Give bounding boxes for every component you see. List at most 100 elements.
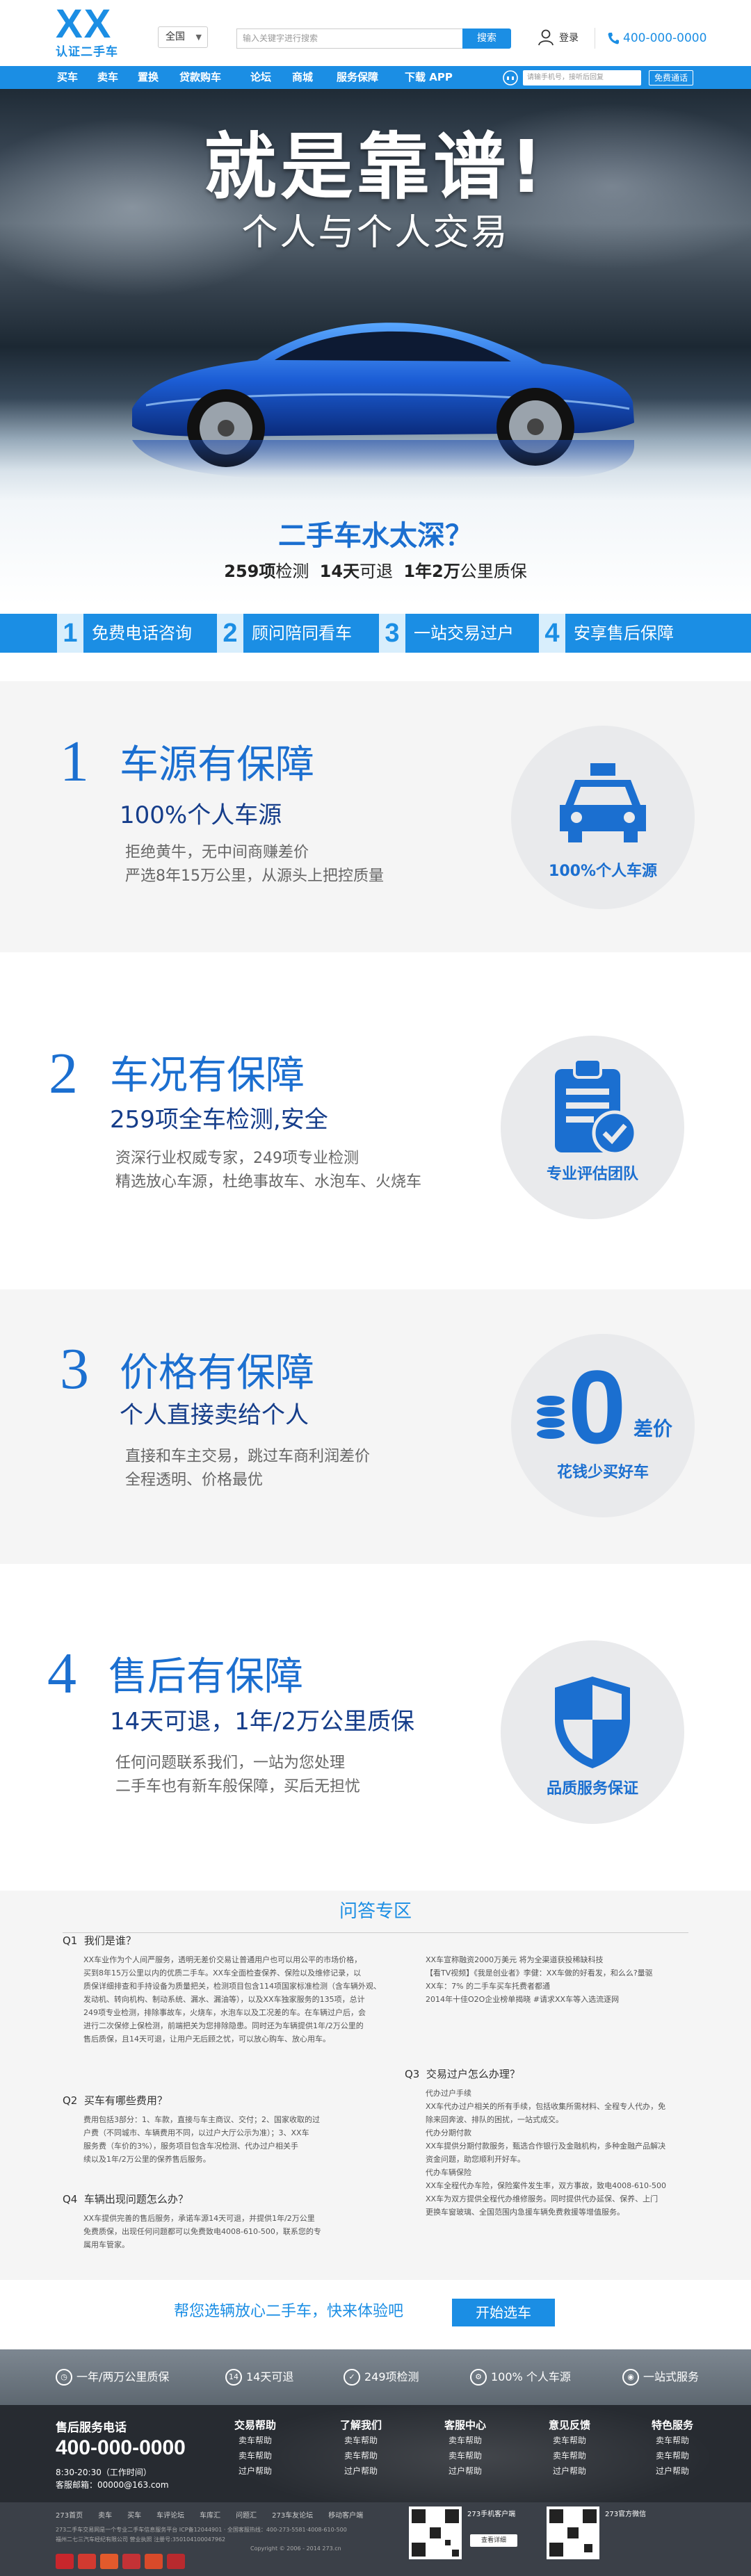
section-title: 售后有保障	[108, 1654, 303, 1699]
cert-badge	[145, 2554, 163, 2569]
section-line: 二手车也有新车般保障，买后无担忧	[115, 1778, 361, 1795]
footer-link[interactable]: 过户帮助	[427, 2463, 503, 2479]
hero-subtitle: 个人与个人交易	[241, 212, 510, 254]
faq-q-text: 车辆出现问题怎么办？	[83, 2193, 188, 2206]
footer-link[interactable]: 卖车帮助	[531, 2448, 608, 2463]
faq-answer: 费用包括3部分：1、车款，直接与车主商议、交付；2、国家收取的过 户费（不同城市…	[83, 2115, 320, 2164]
faq-q-text: 我们是谁？	[83, 1934, 136, 1947]
footer-col-title: 特色服务	[651, 2419, 693, 2431]
nav-item-mall[interactable]: 商城	[292, 66, 313, 89]
site-logo[interactable]: XX	[56, 4, 112, 44]
bottom-link[interactable]: 问题汇	[236, 2512, 257, 2520]
process-steps-bar: 1 免费电话咨询 2 顾问陪同看车 3 一站交易过户 4 安享售后保障	[0, 614, 751, 653]
callback-phone-input[interactable]: 请输手机号，接听后回复	[523, 70, 641, 85]
hero-title: 就是靠谱!	[204, 124, 547, 209]
footer-link[interactable]: 卖车帮助	[323, 2433, 399, 2448]
stat-warranty-num: 1年2万	[403, 562, 460, 581]
section-line: 拒绝黄牛，无中间商赚差价	[125, 844, 309, 861]
nav-item-buy[interactable]: 买车	[57, 66, 78, 89]
search-button[interactable]: 搜索	[462, 28, 511, 49]
faq-q-label: Q2	[63, 2094, 78, 2107]
section-number: 2	[49, 1041, 78, 1106]
section-subtitle: 100%个人车源	[120, 801, 282, 829]
bottom-link[interactable]: 移动客户端	[328, 2512, 363, 2520]
footer-column: 客服中心 卖车帮助 卖车帮助 过户帮助	[427, 2418, 503, 2479]
start-selecting-button[interactable]: 开始选车	[452, 2299, 555, 2326]
footer-link[interactable]: 过户帮助	[217, 2463, 293, 2479]
logo-subtitle: 认证二手车	[56, 45, 118, 59]
footer-link[interactable]: 卖车帮助	[323, 2448, 399, 2463]
faq-q-label: Q3	[405, 2068, 420, 2080]
coins-icon	[537, 1396, 565, 1439]
footer-link[interactable]: 卖车帮助	[634, 2448, 711, 2463]
nav-item-forum[interactable]: 论坛	[250, 66, 271, 89]
footer-col-title: 客服中心	[444, 2419, 486, 2431]
phone-icon	[608, 33, 619, 44]
header-phone: 400-000-0000	[608, 28, 706, 49]
nav-item-loan[interactable]: 贷款购车	[179, 66, 221, 89]
footer-link[interactable]: 过户帮助	[531, 2463, 608, 2479]
gear-icon: ⚙	[470, 2369, 487, 2386]
footer-link[interactable]: 卖车帮助	[217, 2433, 293, 2448]
badge-circle: 100%个人车源	[511, 726, 695, 909]
footer-link[interactable]: 卖车帮助	[427, 2433, 503, 2448]
nav-item-trade-in[interactable]: 置换	[138, 66, 159, 89]
step-label: 一站交易过户	[414, 623, 514, 643]
bottom-link[interactable]: 卖车	[98, 2512, 112, 2520]
feature-label: 249项检测	[364, 2370, 419, 2383]
nav-item-app[interactable]: 下载 APP	[405, 66, 453, 89]
faq-title: 问答专区	[339, 1901, 412, 1922]
faq-q-label: Q1	[63, 1934, 78, 1947]
step-number: 2	[217, 614, 243, 653]
search-input[interactable]: 输入关键字进行搜索	[236, 28, 462, 49]
faq-question[interactable]: Q4 车辆出现问题怎么办？	[63, 2192, 188, 2206]
footer-link[interactable]: 卖车帮助	[427, 2448, 503, 2463]
bottom-link[interactable]: 273首页	[56, 2512, 83, 2520]
guarantee-section-price: 3 价格有保障 个人直接卖给个人 直接和车主交易，跳过车商利润差价 全程透明、价…	[0, 1289, 751, 1564]
car-icon	[560, 763, 646, 842]
guarantee-section-condition: 2 车况有保障 259项全车检测,安全 资深行业权威专家，249项专业检测 精选…	[0, 952, 751, 1289]
section-line: 精选放心车源，杜绝事故车、水泡车、火烧车	[115, 1173, 422, 1191]
footer-col-title: 意见反馈	[548, 2419, 590, 2431]
footer-link[interactable]: 卖车帮助	[531, 2433, 608, 2448]
faq-question[interactable]: Q3 交易过户怎么办理？	[405, 2067, 520, 2081]
faq-q-text: 交易过户怎么办理？	[426, 2068, 520, 2080]
section-line: 任何问题联系我们，一站为您处理	[115, 1754, 346, 1772]
faq-question[interactable]: Q2 买车有哪些费用？	[63, 2094, 168, 2108]
news-list[interactable]: XX车宣称融资2000万美元 将为全渠道获投稀缺科技 【看TV视频】《我是创业者…	[426, 1953, 653, 2006]
free-call-button[interactable]: 免费通话	[649, 70, 693, 85]
footer-column: 意见反馈 卖车帮助 卖车帮助 过户帮助	[531, 2418, 608, 2479]
section-subtitle: 14天可退，1年/2万公里质保	[110, 1708, 414, 1736]
wechat-qr-code	[547, 2506, 599, 2559]
footer-link[interactable]: 过户帮助	[323, 2463, 399, 2479]
section-title: 车源有保障	[120, 742, 314, 788]
bottom-link[interactable]: 买车	[127, 2512, 141, 2520]
bottom-link[interactable]: 车评论坛	[156, 2512, 184, 2520]
footer-link[interactable]: 过户帮助	[634, 2463, 711, 2479]
nav-item-sell[interactable]: 卖车	[97, 66, 118, 89]
bottom-link[interactable]: 车库汇	[200, 2512, 220, 2520]
faq-question[interactable]: Q1 我们是谁？	[63, 1934, 136, 1948]
cert-badge	[122, 2554, 140, 2569]
login-link[interactable]: 登录	[538, 28, 579, 48]
bottom-link[interactable]: 273车友论坛	[272, 2512, 313, 2520]
section-title: 车况有保障	[110, 1053, 305, 1098]
city-label: 全国	[165, 31, 185, 42]
app-qr-code	[409, 2506, 462, 2559]
city-selector[interactable]: 全国 ▼	[158, 26, 208, 48]
feature-label: 100% 个人车源	[491, 2370, 571, 2383]
view-details-button[interactable]: 查看详细	[470, 2534, 517, 2547]
warranty-icon: ◷	[56, 2369, 72, 2386]
faq-answer: 代办过户手续 XX车代办过户相关的所有手续，包括收集所需材料、全程专人代办，免 …	[426, 2089, 666, 2217]
nav-item-service[interactable]: 服务保障	[337, 66, 378, 89]
hero-stats: 259项检测 14天可退 1年2万公里质保	[0, 560, 751, 582]
badge-caption: 100%个人车源	[549, 863, 657, 880]
stat-warranty-label: 公里质保	[460, 562, 527, 581]
feature-item: ⚙ 100% 个人车源	[470, 2349, 571, 2405]
footer-link[interactable]: 卖车帮助	[217, 2448, 293, 2463]
cert-badge	[78, 2554, 96, 2569]
section-line: 严选8年15万公里，从源头上把控质量	[125, 867, 384, 885]
footer-link[interactable]: 卖车帮助	[634, 2433, 711, 2448]
footer-links: 273首页 卖车 买车 车评论坛 车库汇 问题汇 273车友论坛 移动客户端	[56, 2509, 378, 2520]
stat-return-label: 可退	[360, 562, 394, 581]
